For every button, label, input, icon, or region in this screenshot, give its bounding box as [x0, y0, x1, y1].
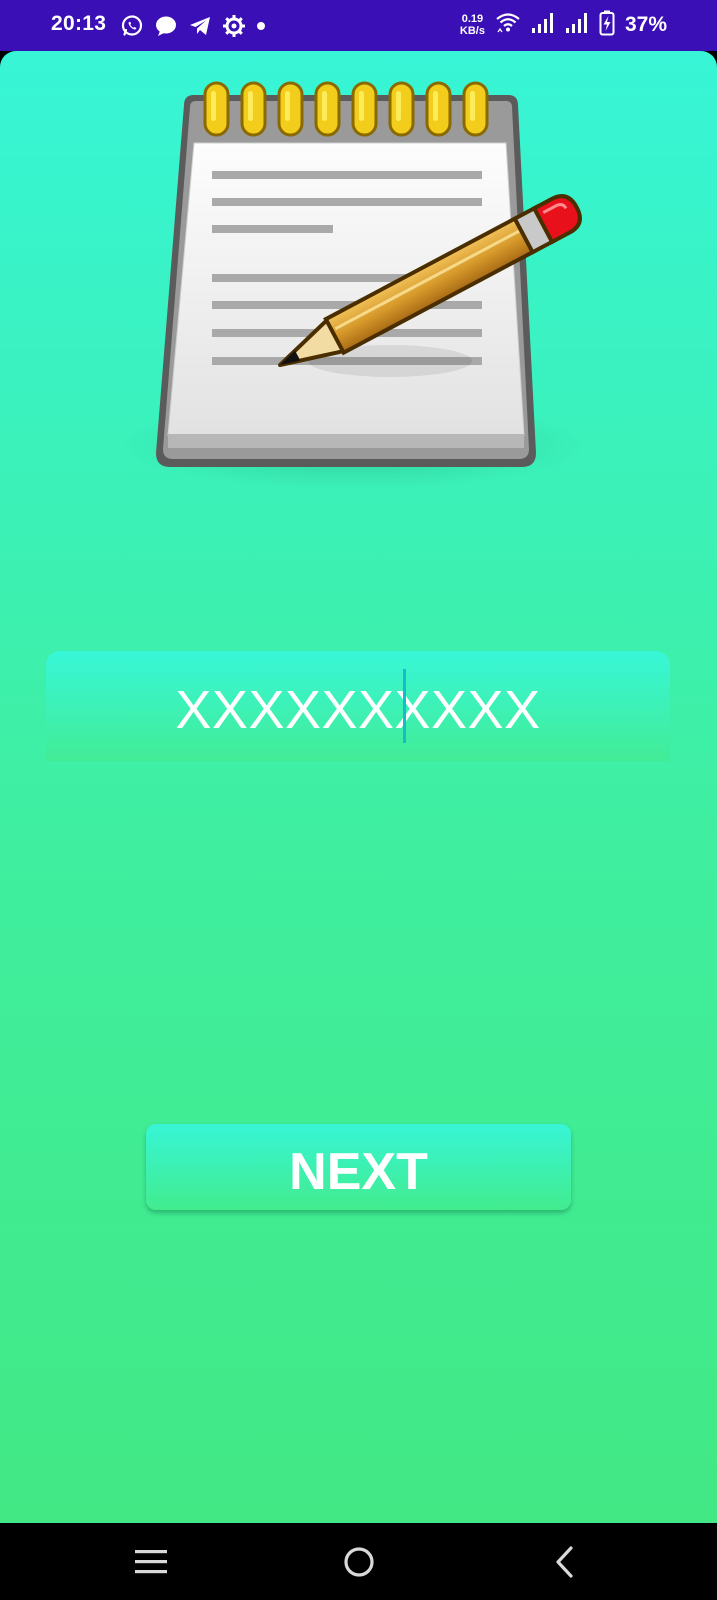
whatsapp-icon — [120, 14, 144, 38]
network-speed-value: 0.19 — [461, 13, 484, 25]
dot-icon — [256, 21, 266, 31]
signal-icon — [531, 11, 555, 40]
navigation-bar — [0, 1523, 717, 1600]
screen: 20:13 0.19 KB/s 37% XXXXXXXXXX NEXT — [0, 0, 717, 1600]
menu-icon — [126, 1537, 176, 1587]
number-input-field[interactable]: XXXXXXXXXX — [46, 651, 670, 761]
menu-button[interactable] — [126, 1537, 176, 1587]
wifi-icon — [495, 11, 521, 40]
network-speed: 0.19 KB/s — [460, 13, 485, 37]
settings-icon — [222, 14, 246, 38]
text-cursor — [403, 669, 406, 743]
number-input-value[interactable]: XXXXXXXXXX — [46, 679, 670, 741]
telegram-icon — [188, 14, 212, 38]
network-speed-unit: KB/s — [459, 25, 485, 37]
battery-icon — [599, 10, 615, 41]
back-icon — [540, 1537, 590, 1587]
app-content: XXXXXXXXXX NEXT — [0, 51, 717, 1523]
next-button-label: NEXT — [289, 1143, 428, 1201]
status-bar: 20:13 0.19 KB/s 37% — [0, 0, 717, 51]
system-status: 0.19 KB/s 37% — [460, 10, 667, 40]
back-button[interactable] — [540, 1537, 590, 1587]
status-time: 20:13 — [51, 12, 107, 35]
next-button[interactable]: NEXT — [146, 1124, 571, 1210]
battery-percent: 37% — [624, 13, 667, 36]
notepad-pencil-icon — [120, 61, 590, 501]
home-icon — [334, 1537, 384, 1587]
notification-icons — [120, 12, 266, 39]
home-button[interactable] — [334, 1537, 384, 1587]
signal-icon — [565, 11, 589, 40]
message-icon — [154, 14, 178, 38]
